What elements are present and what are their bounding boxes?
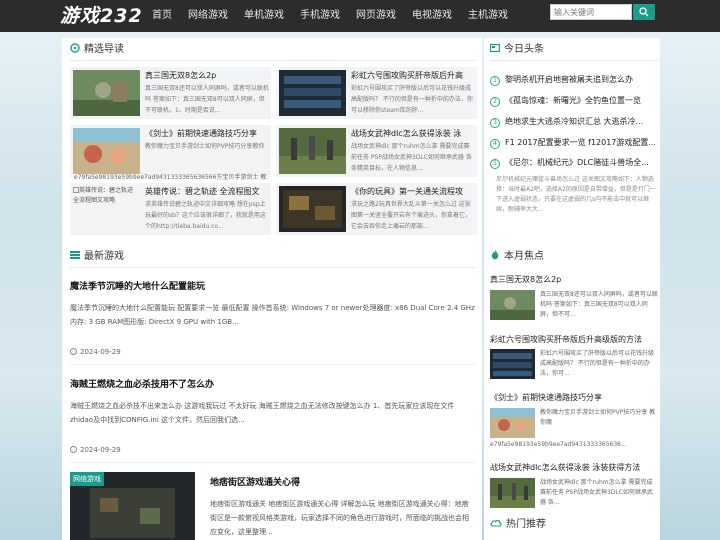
headline-desc: 尼尔机械纪元赌徒斗兽场怎么过 这关图文攻略如下：人物选择：当时最A2吧，选择A2… [496, 176, 656, 213]
search-icon [639, 7, 649, 17]
monthly-desc: 真三国无双8还可以双人同屏吗，或者可以联机吗 答案如下：真三国无双8可以双人同屏… [540, 291, 658, 318]
article-item: 海贼王燃烧之血必杀技用不了怎么办 海贼王燃烧之血必杀技不出来怎么办 这游戏我玩过… [70, 377, 475, 427]
search-input[interactable] [550, 4, 632, 20]
featured-thumbnail[interactable] [279, 128, 346, 174]
article-item: 魔法季节沉睡的大地什么配置能玩 魔法季节沉睡的大地什么配置能玩 配置要求一览 最… [70, 279, 475, 329]
hot-heading: 热门推荐 [490, 514, 658, 536]
article-date: 2024-09-29 [70, 446, 121, 454]
latest-heading-text: 最新游戏 [84, 251, 124, 262]
divider [70, 364, 475, 365]
featured-card[interactable]: 战场女武神dlc怎么获得泳装 泳 战场女武神dlc 那个ruhm怎么拿 需要完成… [276, 125, 477, 177]
article-item: 地痞街区游戏通关心得 地痞街区游戏通关 地痞街区游戏通关心得 详解怎么玩 地痞街… [210, 475, 475, 539]
monthly-image-caption: e79fa5e98193e59b9ee7ad9431333365636... [490, 441, 627, 448]
article-desc: 魔法季节沉睡的大地什么配置能玩 配置要求一览 最低配置 操作首系统: Windo… [70, 304, 475, 326]
featured-title[interactable]: 真三国无双8怎么2p [145, 70, 269, 81]
monthly-heading-text: 本月焦点 [504, 251, 544, 262]
article-desc: 海贼王燃烧之血必杀技不出来怎么办 这游戏我玩过 不太好玩 海贼王燃烧之血无法修改… [70, 402, 455, 424]
nav-online-games[interactable]: 网络游戏 [180, 0, 236, 32]
rank-badge: 4 [490, 139, 500, 149]
monthly-thumbnail[interactable] [490, 349, 535, 379]
headline-item[interactable]: 1 黎明杀机开启地窖被屠夫追到怎么办 [490, 74, 655, 90]
monthly-title[interactable]: 真三国无双8怎么2p [490, 274, 658, 285]
featured-heading-text: 精选导读 [84, 44, 124, 55]
cloud-icon [490, 519, 502, 527]
featured-broken-image[interactable]: 英雄传说：碧之轨迹 全流程图文攻略 [73, 186, 140, 232]
monthly-desc: 战场女武神dlc 那个ruhm怎么拿 需要完成赛前任务 PSP战场女武神3DLC… [540, 479, 653, 506]
featured-thumbnail[interactable] [73, 128, 140, 174]
clock-icon [70, 348, 77, 355]
featured-desc: 教你魔力宝贝手游剑士如何PVP技巧分享教你魔 [145, 143, 265, 150]
monthly-thumbnail[interactable] [490, 478, 535, 508]
featured-card[interactable]: 真三国无双8怎么2p 真三国无双8还可以双人同屏吗，或者可以联机吗 答案如下：真… [70, 67, 271, 119]
monthly-title[interactable]: 彩虹六号围攻购买肝帝版后升高级版的方法 [490, 334, 658, 345]
nav-pc-games[interactable]: 单机游戏 [236, 0, 292, 32]
featured-card[interactable]: 《你的玩具》第一关通关流程攻 求玩之路2玩具世界大乱斗第一关怎么过 这张图第一关… [276, 183, 477, 235]
flame-icon [491, 250, 499, 260]
featured-card[interactable]: 英雄传说：碧之轨迹 全流程图文攻略 英雄传说：碧之轨迹 全流程图文 求英雄传说碧… [70, 183, 271, 235]
main-nav: 首页 网络游戏 单机游戏 手机游戏 网页游戏 电视游戏 主机游戏 [144, 0, 516, 32]
nav-web-games[interactable]: 网页游戏 [348, 0, 404, 32]
monthly-thumbnail[interactable] [490, 408, 535, 438]
featured-desc: 求玩之路2玩具世界大乱斗第一关怎么过 这张图第一关竖全覆开岩有个痕迹头，你拿着它… [351, 201, 472, 230]
featured-title[interactable]: 战场女武神dlc怎么获得泳装 泳 [351, 128, 475, 139]
site-logo[interactable]: 游戏232 [60, 4, 143, 28]
featured-thumbnail[interactable] [279, 70, 346, 116]
featured-desc: 战场女武神dlc 那个ruhm怎么拿 需要完成赛前任务 PSP战场女武神3DLC… [351, 143, 472, 172]
rank-badge: 5 [490, 159, 500, 169]
monthly-title[interactable]: 战场女武神dlc怎么获得泳装 泳装获得方法 [490, 462, 658, 473]
featured-title[interactable]: 《剑士》前期快速通路技巧分享 [145, 128, 269, 139]
article-thumbnail[interactable]: 网络游戏 [70, 472, 195, 540]
headline-item[interactable]: 2 《孤岛惊魂：新曙光》全钓鱼位置一览 [490, 95, 655, 111]
featured-thumbnail[interactable] [279, 186, 346, 232]
headline-item[interactable]: 4 F1 2017配置要求一览 f12017游戏配置... [490, 137, 655, 153]
featured-icon [70, 43, 80, 53]
news-icon [490, 43, 500, 53]
divider [70, 462, 475, 463]
monthly-title[interactable]: 《剑士》前期快速通路技巧分享 [490, 392, 658, 403]
monthly-desc: 彩虹六号围攻买了肝帝版以后可以花钱升级成高配版吗？ 不行的但是有一种折中的办法，… [540, 350, 655, 377]
featured-desc: 真三国无双8还可以双人同屏吗，或者可以联机吗 答案如下：真三国无双8可以双人同屏… [145, 85, 269, 114]
rank-badge: 1 [490, 76, 500, 86]
hot-heading-text: 热门推荐 [506, 519, 546, 530]
featured-title[interactable]: 《你的玩具》第一关通关流程攻 [351, 186, 475, 197]
featured-desc: 求英雄传说碧之轨迹中文详细攻略 想在psp上玩最好的sb？这个应该很详细了，我就… [145, 201, 266, 230]
headlines-heading-text: 今日头条 [504, 44, 544, 55]
search-button[interactable] [633, 4, 655, 20]
featured-heading: 精选导读 [70, 39, 475, 61]
list-icon [70, 251, 80, 259]
top-bar: 游戏232 首页 网络游戏 单机游戏 手机游戏 网页游戏 电视游戏 主机游戏 [0, 0, 720, 32]
headline-item[interactable]: 5 《尼尔：机械纪元》DLC赌徒斗兽场全... [490, 157, 655, 173]
rank-badge: 3 [490, 118, 500, 128]
nav-home[interactable]: 首页 [144, 0, 180, 32]
monthly-thumbnail[interactable] [490, 290, 535, 320]
headlines-heading: 今日头条 [490, 39, 658, 61]
article-title[interactable]: 魔法季节沉睡的大地什么配置能玩 [70, 279, 475, 292]
featured-card[interactable]: 《剑士》前期快速通路技巧分享 教你魔力宝贝手游剑士如何PVP技巧分享教你魔 e7… [70, 125, 271, 177]
nav-console-games[interactable]: 主机游戏 [460, 0, 516, 32]
article-desc: 地痞街区游戏通关 地痞街区游戏通关心得 详解怎么玩 地痞街区游戏通关心得：地痞街… [210, 500, 469, 536]
featured-title[interactable]: 英雄传说：碧之轨迹 全流程图文 [145, 186, 269, 197]
featured-card[interactable]: 彩虹六号围攻购买肝帝版后升高 彩虹六号围攻买了肝帝版以后可以花钱升级成高配版吗？… [276, 67, 477, 119]
latest-heading: 最新游戏 [70, 246, 475, 268]
article-title[interactable]: 海贼王燃烧之血必杀技用不了怎么办 [70, 377, 475, 390]
monthly-desc: 教你魔力宝贝手游剑士如何PVP技巧分享 教你魔 [540, 409, 656, 426]
headline-item[interactable]: 3 绝地求生大逃杀冷知识汇总 大逃杀冷... [490, 116, 655, 132]
rank-badge: 2 [490, 97, 500, 107]
nav-tv-games[interactable]: 电视游戏 [404, 0, 460, 32]
monthly-heading: 本月焦点 [490, 246, 658, 268]
clock-icon [70, 446, 77, 453]
article-image [90, 488, 175, 538]
featured-image-caption: e79fa5e98193e59b9ee7ad9431333365636566方宝… [74, 174, 269, 181]
article-date: 2024-09-29 [70, 348, 121, 356]
featured-thumbnail[interactable] [73, 70, 140, 116]
featured-title[interactable]: 彩虹六号围攻购买肝帝版后升高 [351, 70, 475, 81]
featured-desc: 彩虹六号围攻买了肝帝版以后可以花钱升级成高配版吗？ 不行的但是有一种折中的办法，… [351, 85, 473, 114]
article-title[interactable]: 地痞街区游戏通关心得 [210, 475, 475, 488]
nav-mobile-games[interactable]: 手机游戏 [292, 0, 348, 32]
